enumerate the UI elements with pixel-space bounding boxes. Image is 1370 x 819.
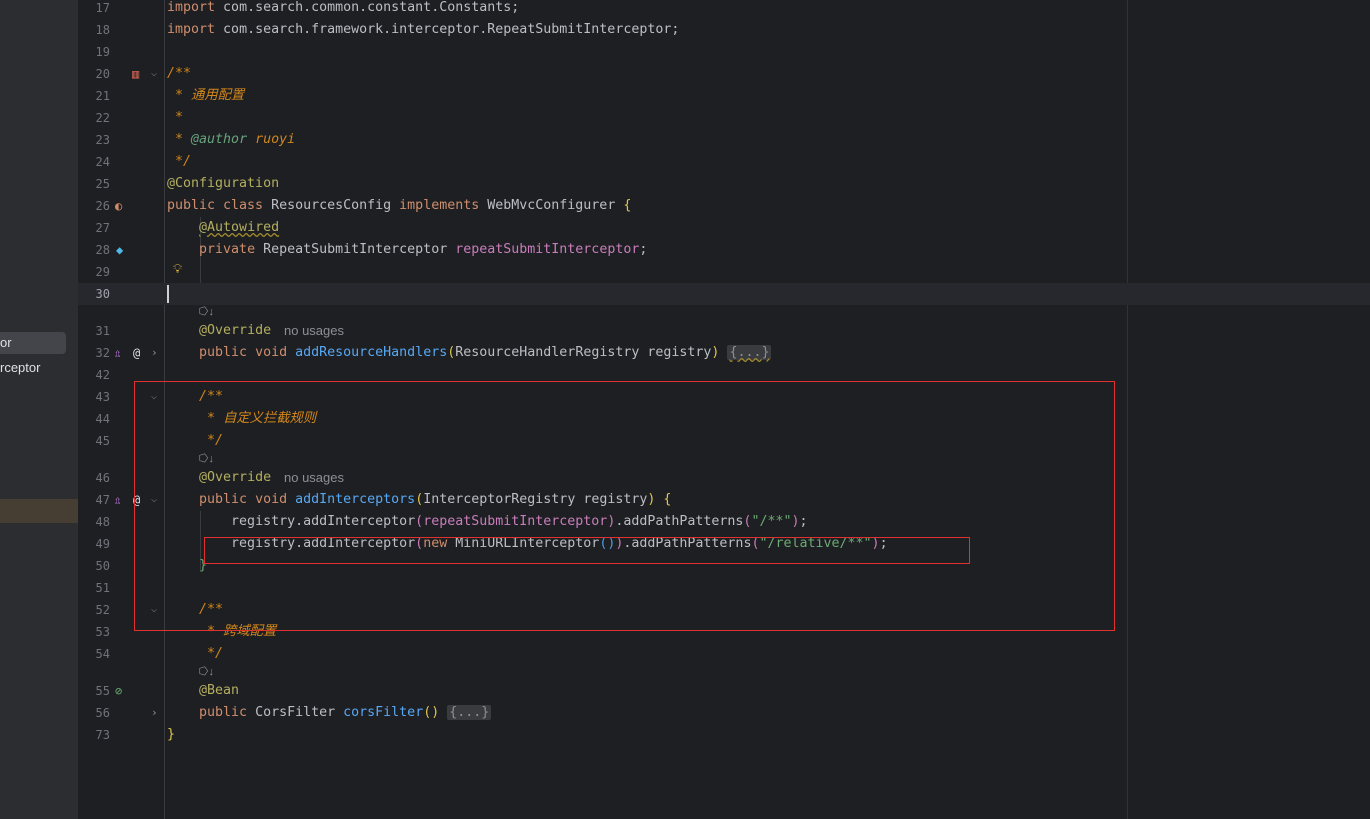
line-number: 17 (95, 1, 110, 15)
code-line[interactable]: 18 import com.search.framework.intercept… (78, 19, 1370, 41)
code-line[interactable]: 29 (78, 261, 1370, 283)
code-text[interactable]: */ (167, 151, 191, 173)
line-number: 45 (95, 434, 110, 448)
code-line[interactable]: 31 @Override no usages (78, 320, 1370, 342)
line-number: 29 (95, 265, 110, 279)
highlight-box-outer (134, 381, 1115, 631)
line-number: 25 (95, 177, 110, 191)
line-number: 21 (95, 89, 110, 103)
project-tree-item-selected[interactable]: or (0, 332, 66, 354)
line-number: 48 (95, 515, 110, 529)
highlight-box-inner (204, 537, 970, 564)
line-number: 20 (95, 67, 110, 81)
intention-bulb-icon[interactable]: 💡︎ (173, 262, 182, 278)
line-number: 32 (95, 346, 110, 360)
line-number: 56 (95, 706, 110, 720)
code-line[interactable]: 25 @Configuration (78, 173, 1370, 195)
code-line[interactable]: 17 import com.search.common.constant.Con… (78, 0, 1370, 19)
line-number: 54 (95, 647, 110, 661)
code-text[interactable]: @Bean (167, 680, 239, 702)
at-icon[interactable]: @ (133, 342, 140, 364)
bean-icon[interactable]: ◐ (115, 195, 122, 217)
code-line[interactable]: 19 (78, 41, 1370, 63)
code-text[interactable]: * (167, 107, 183, 129)
fold-arrow-icon[interactable]: › (151, 342, 158, 364)
project-tree-item[interactable]: rceptor (0, 357, 78, 379)
code-line[interactable]: 28 ◆ private RepeatSubmitInterceptor rep… (78, 239, 1370, 261)
project-panel: or rceptor (0, 0, 78, 819)
code-line[interactable]: 21 * 通用配置 (78, 85, 1370, 107)
line-number: 44 (95, 412, 110, 426)
line-number: 46 (95, 471, 110, 485)
line-number: 31 (95, 324, 110, 338)
code-text[interactable]: /** (167, 63, 191, 85)
code-line[interactable]: 24 */ (78, 151, 1370, 173)
code-text[interactable]: private RepeatSubmitInterceptor repeatSu… (167, 239, 647, 261)
code-line[interactable]: 26 ◐ public class ResourcesConfig implem… (78, 195, 1370, 217)
code-line[interactable]: 22 * (78, 107, 1370, 129)
autowired-bean-icon[interactable]: ◆ (116, 239, 123, 261)
code-line[interactable]: 55 ⊘ @Bean (78, 680, 1370, 702)
usages-hint[interactable]: no usages (284, 320, 344, 342)
code-text[interactable]: public CorsFilter corsFilter() {...} (167, 702, 492, 724)
line-number: 53 (95, 625, 110, 639)
bookmark-icon[interactable]: ▥ (132, 63, 139, 85)
code-line[interactable]: 56 › public CorsFilter corsFilter() {...… (78, 702, 1370, 724)
fold-arrow-icon[interactable]: › (151, 702, 158, 724)
code-line[interactable]: 73 } (78, 724, 1370, 746)
line-number: 18 (95, 23, 110, 37)
code-text[interactable]: */ (167, 643, 223, 665)
override-icon[interactable]: ⇫ (114, 342, 121, 364)
line-number: 43 (95, 390, 110, 404)
bean-method-icon[interactable]: ⊘ (115, 680, 122, 702)
line-number: 27 (95, 221, 110, 235)
project-tree-item-highlight[interactable] (0, 499, 78, 523)
line-number: 49 (95, 537, 110, 551)
line-number: 42 (95, 368, 110, 382)
code-line[interactable]: 27 @Autowired (78, 217, 1370, 239)
line-number: 52 (95, 603, 110, 617)
code-text[interactable]: * 通用配置 (167, 85, 244, 107)
line-number: 51 (95, 581, 110, 595)
folded-region[interactable]: {...} (447, 705, 492, 720)
code-text[interactable]: import com.search.common.constant.Consta… (167, 0, 519, 19)
text-caret (167, 285, 169, 303)
code-text[interactable]: public void addResourceHandlers(Resource… (167, 342, 772, 364)
code-text[interactable]: * @author ruoyi (167, 129, 295, 151)
line-number: 19 (95, 45, 110, 59)
code-line[interactable]: 32 ⇫ @ › public void addResourceHandlers… (78, 342, 1370, 364)
line-number: 30 (95, 287, 110, 301)
line-number: 28 (95, 243, 110, 257)
code-text[interactable]: @Autowired (167, 217, 279, 239)
code-line[interactable]: 23 * @author ruoyi (78, 129, 1370, 151)
line-number: 55 (95, 684, 110, 698)
code-text[interactable]: @Configuration (167, 173, 279, 195)
code-line-current[interactable]: 30 (78, 283, 1370, 305)
folded-region[interactable]: {...} (727, 345, 772, 360)
line-number: 23 (95, 133, 110, 147)
line-number: 22 (95, 111, 110, 125)
code-line[interactable]: 20 ▥ ⌵ /** (78, 63, 1370, 85)
line-number: 26 (95, 199, 110, 213)
code-text[interactable]: } (167, 724, 175, 746)
code-text[interactable]: import com.search.framework.interceptor.… (167, 19, 679, 41)
line-number: 50 (95, 559, 110, 573)
line-number: 73 (95, 728, 110, 742)
fold-arrow-icon[interactable]: ⌵ (151, 63, 157, 85)
line-number: 24 (95, 155, 110, 169)
code-text[interactable]: @Override (167, 320, 271, 342)
code-text[interactable]: public class ResourcesConfig implements … (167, 195, 631, 217)
override-icon[interactable]: ⇫ (114, 489, 121, 511)
code-line[interactable]: 54 */ (78, 643, 1370, 665)
line-number: 47 (95, 493, 110, 507)
